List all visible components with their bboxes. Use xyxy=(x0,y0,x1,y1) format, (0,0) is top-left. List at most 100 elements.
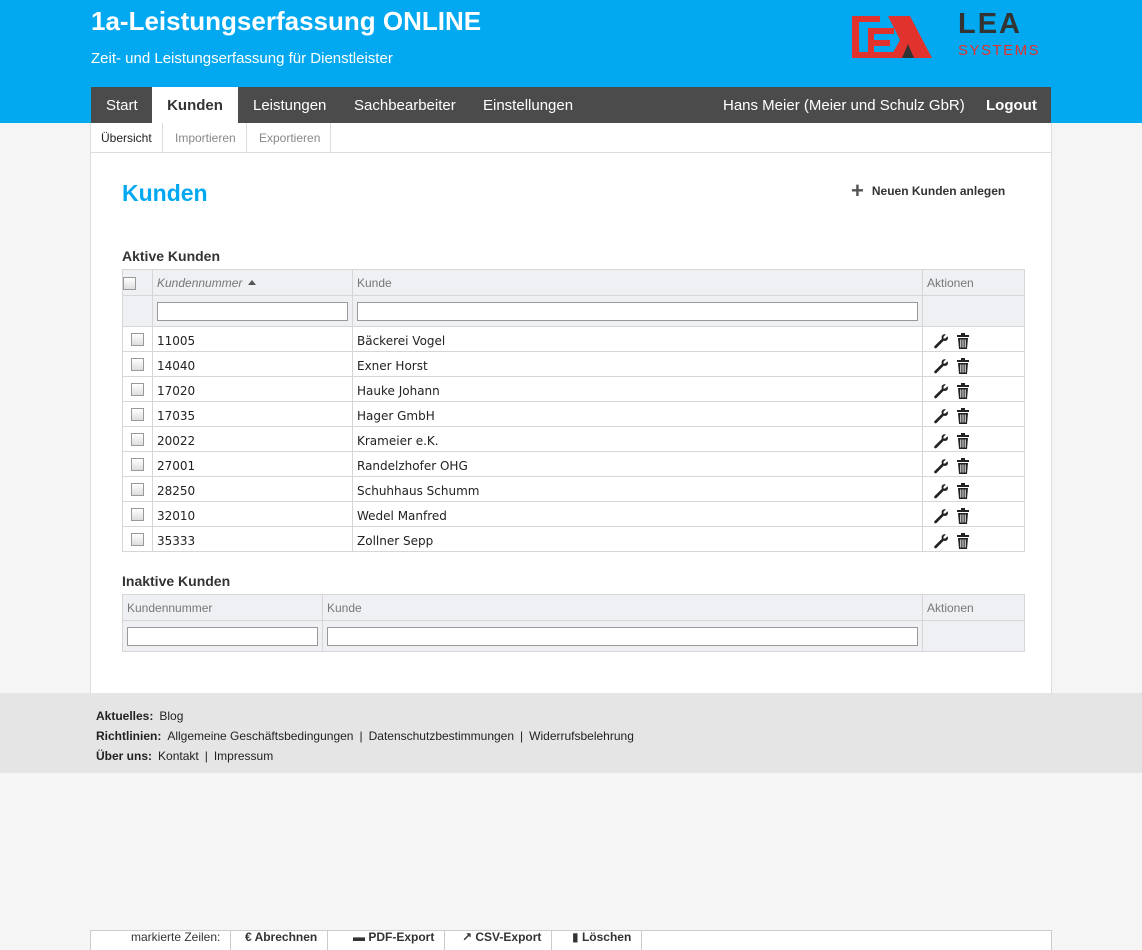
new-customer-button[interactable]: + Neuen Kunden anlegen xyxy=(851,180,1006,202)
table-row[interactable]: 14040 Exner Horst xyxy=(122,351,1025,377)
row-select-cell xyxy=(122,351,153,377)
trash-icon[interactable] xyxy=(956,407,969,424)
bulk-pdf-button[interactable]: ▬ PDF-Export xyxy=(343,930,446,950)
table-row[interactable]: 28250 Schuhhaus Schumm xyxy=(122,476,1025,502)
table-row[interactable]: 17020 Hauke Johann xyxy=(122,376,1025,402)
filter-cell-name xyxy=(352,295,923,327)
trash-icon[interactable] xyxy=(956,332,969,349)
footer-datenschutz-link[interactable]: Datenschutzbestimmungen xyxy=(369,729,514,743)
row-checkbox[interactable] xyxy=(131,458,144,471)
row-checkbox[interactable] xyxy=(131,483,144,496)
trash-icon: ▮ xyxy=(572,930,582,944)
row-checkbox[interactable] xyxy=(131,433,144,446)
bulk-abrechnen-button[interactable]: € Abrechnen xyxy=(235,930,329,950)
wrench-icon[interactable] xyxy=(933,533,949,549)
bulk-delete-label: Löschen xyxy=(581,930,632,944)
trash-icon[interactable] xyxy=(956,457,969,474)
app-title: 1a-Leistungserfassung ONLINE xyxy=(91,6,482,36)
footer-impressum-link[interactable]: Impressum xyxy=(214,749,273,763)
row-select-cell xyxy=(122,401,153,427)
trash-icon[interactable] xyxy=(956,482,969,499)
row-checkbox[interactable] xyxy=(131,383,144,396)
inactive-filter-cell-number xyxy=(122,620,323,652)
footer-widerruf-link[interactable]: Widerrufsbelehrung xyxy=(529,729,634,743)
printer-icon: ▬ xyxy=(353,930,369,944)
active-customers-table: Kundennummer Kunde Aktionen 11005 Bäckere… xyxy=(122,269,1025,552)
logo-text: LEA xyxy=(958,8,1022,40)
subnav-importieren[interactable]: Importieren xyxy=(165,123,247,153)
wrench-icon[interactable] xyxy=(933,483,949,499)
row-actions xyxy=(922,451,1025,477)
bulk-abrechnen-label: Abrechnen xyxy=(254,930,318,944)
current-user[interactable]: Hans Meier (Meier und Schulz GbR) xyxy=(723,87,965,125)
row-checkbox[interactable] xyxy=(131,533,144,546)
filter-kundennummer-input[interactable] xyxy=(157,301,348,321)
footer-separator: | xyxy=(520,729,524,743)
customer-number: 14040 xyxy=(152,351,353,377)
row-select-cell xyxy=(122,376,153,402)
table-row[interactable]: 11005 Bäckerei Vogel xyxy=(122,326,1025,352)
row-checkbox[interactable] xyxy=(131,358,144,371)
wrench-icon[interactable] xyxy=(933,333,949,349)
euro-icon: € xyxy=(245,930,255,944)
lea-systems-logo[interactable]: LEA SYSTEMS xyxy=(850,8,1050,64)
inactive-col-kunde[interactable]: Kunde xyxy=(322,594,923,621)
app-subtitle: Zeit- und Leistungserfassung für Dienstl… xyxy=(91,50,393,67)
bulk-action-label: markierte Zeilen: xyxy=(121,931,232,950)
wrench-icon[interactable] xyxy=(933,383,949,399)
row-checkbox[interactable] xyxy=(131,408,144,421)
wrench-icon[interactable] xyxy=(933,458,949,474)
nav-sachbearbeiter[interactable]: Sachbearbeiter xyxy=(354,87,456,123)
trash-icon[interactable] xyxy=(956,357,969,374)
lea-logo-mark-icon xyxy=(852,16,932,58)
col-kundennummer[interactable]: Kundennummer xyxy=(152,269,353,296)
table-row[interactable]: 20022 Krameier e.K. xyxy=(122,426,1025,452)
footer-policies: Richtlinien: Allgemeine Geschäftsbedingun… xyxy=(96,729,634,743)
trash-icon[interactable] xyxy=(956,532,969,549)
nav-leistungen[interactable]: Leistungen xyxy=(253,87,326,123)
table-row[interactable]: 27001 Randelzhofer OHG xyxy=(122,451,1025,477)
inactive-filter-kunde-input[interactable] xyxy=(327,626,918,646)
footer-news-label: Aktuelles: xyxy=(96,709,154,723)
filter-kunde-input[interactable] xyxy=(357,301,918,321)
new-customer-label: Neuen Kunden anlegen xyxy=(871,184,1006,198)
wrench-icon[interactable] xyxy=(933,358,949,374)
col-kunde[interactable]: Kunde xyxy=(352,269,923,296)
footer-agb-link[interactable]: Allgemeine Geschäftsbedingungen xyxy=(167,729,353,743)
customer-name: Hager GmbH xyxy=(352,401,923,427)
header: 1a-Leistungserfassung ONLINE Zeit- und L… xyxy=(0,0,1142,123)
table-row[interactable]: 17035 Hager GmbH xyxy=(122,401,1025,427)
inactive-filter-kundennummer-input[interactable] xyxy=(127,626,318,646)
subnav-exportieren[interactable]: Exportieren xyxy=(249,123,332,153)
nav-start[interactable]: Start xyxy=(106,87,138,123)
customer-name: Wedel Manfred xyxy=(352,501,923,527)
subnav-uebersicht[interactable]: Übersicht xyxy=(91,123,163,153)
row-actions xyxy=(922,426,1025,452)
nav-einstellungen[interactable]: Einstellungen xyxy=(483,87,573,123)
customer-name: Bäckerei Vogel xyxy=(352,326,923,352)
wrench-icon[interactable] xyxy=(933,433,949,449)
nav-kunden[interactable]: Kunden xyxy=(152,87,238,123)
row-checkbox[interactable] xyxy=(131,508,144,521)
row-checkbox[interactable] xyxy=(131,333,144,346)
select-all-checkbox[interactable] xyxy=(123,276,136,290)
inactive-filter-row xyxy=(122,620,1025,652)
bulk-csv-button[interactable]: ↗ CSV-Export xyxy=(452,931,553,950)
col-kundennummer-label: Kundennummer xyxy=(157,275,243,290)
table-row[interactable]: 32010 Wedel Manfred xyxy=(122,501,1025,527)
trash-icon[interactable] xyxy=(956,507,969,524)
row-select-cell xyxy=(122,326,153,352)
footer-news: Aktuelles: Blog xyxy=(96,709,183,723)
inactive-col-kundennummer[interactable]: Kundennummer xyxy=(122,594,323,621)
footer-kontakt-link[interactable]: Kontakt xyxy=(158,749,199,763)
trash-icon[interactable] xyxy=(956,432,969,449)
footer-blog-link[interactable]: Blog xyxy=(159,709,183,723)
logout-button[interactable]: Logout xyxy=(986,87,1037,125)
bulk-delete-button[interactable]: ▮ Löschen xyxy=(562,930,643,950)
table-row[interactable]: 35333 Zollner Sepp xyxy=(122,526,1025,552)
wrench-icon[interactable] xyxy=(933,408,949,424)
footer: Aktuelles: Blog Richtlinien: Allgemeine Ge… xyxy=(0,693,1142,773)
footer-about-label: Über uns: xyxy=(96,749,153,763)
trash-icon[interactable] xyxy=(956,382,969,399)
wrench-icon[interactable] xyxy=(933,508,949,524)
